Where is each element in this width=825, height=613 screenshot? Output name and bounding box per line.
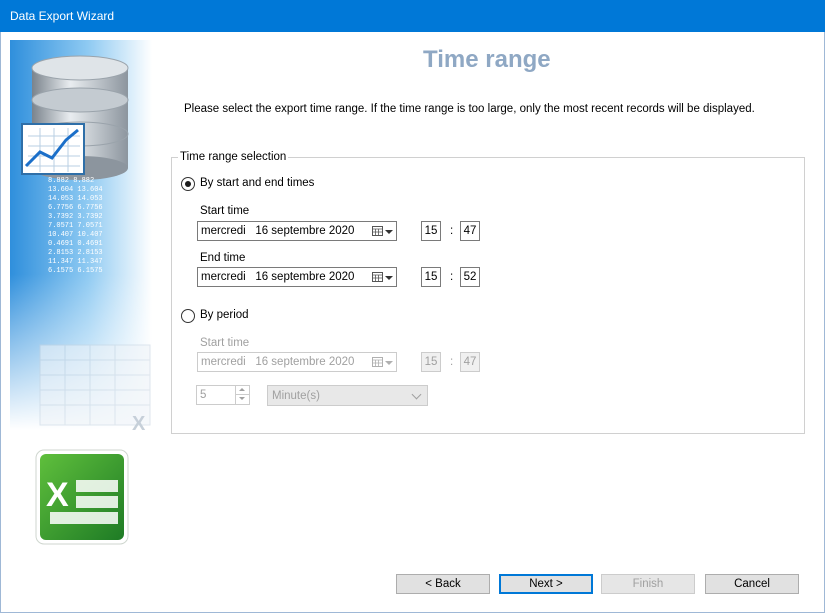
time-separator: : bbox=[450, 271, 454, 283]
period-start-date-picker[interactable]: mercredi 16 septembre 2020 bbox=[197, 352, 397, 372]
period-start-date-value: mercredi 16 septembre 2020 bbox=[201, 356, 355, 368]
next-button[interactable]: Next > bbox=[499, 574, 593, 594]
period-unit-value: Minute(s) bbox=[272, 390, 320, 402]
start-date-value: mercredi 16 septembre 2020 bbox=[201, 225, 355, 237]
spreadsheet-icon: X bbox=[39, 344, 151, 435]
calendar-icon bbox=[372, 226, 383, 236]
chevron-down-icon[interactable] bbox=[385, 230, 393, 234]
chart-icon bbox=[21, 123, 85, 175]
period-start-time-label: Start time bbox=[200, 337, 250, 349]
sidebar-number: 0.4691 0.4691 bbox=[48, 240, 103, 248]
time-separator: : bbox=[450, 356, 454, 368]
excel-icon: X bbox=[35, 449, 129, 545]
radio-by-start-end-label[interactable]: By start and end times bbox=[200, 177, 314, 189]
period-length-value: 5 bbox=[200, 389, 207, 401]
start-hour-input[interactable]: 15 bbox=[421, 221, 441, 241]
end-date-picker[interactable]: mercredi 16 septembre 2020 bbox=[197, 267, 397, 287]
period-length-spinner[interactable]: 5 bbox=[196, 385, 250, 405]
end-minute-input[interactable]: 52 bbox=[460, 267, 480, 287]
end-hour-input[interactable]: 15 bbox=[421, 267, 441, 287]
radio-by-start-end[interactable] bbox=[181, 177, 195, 191]
page-title: Time range bbox=[423, 46, 551, 73]
chevron-down-icon[interactable] bbox=[385, 276, 393, 280]
sidebar-number: 7.0571 7.0571 bbox=[48, 222, 103, 230]
start-minute-input[interactable]: 47 bbox=[460, 221, 480, 241]
time-separator: : bbox=[450, 225, 454, 237]
excel-letter: X bbox=[46, 476, 69, 514]
start-time-label: Start time bbox=[200, 205, 250, 217]
period-start-hour-input[interactable]: 15 bbox=[421, 352, 441, 372]
number-column: 8.882 8.882 13.604 13.604 14.053 14.053 … bbox=[48, 177, 103, 275]
back-button[interactable]: < Back bbox=[396, 574, 490, 594]
end-date-value: mercredi 16 septembre 2020 bbox=[201, 271, 355, 283]
spin-up-icon[interactable] bbox=[235, 386, 249, 395]
sidebar-number: 2.8153 2.8153 bbox=[48, 249, 103, 257]
sidebar-number: 11.347 11.347 bbox=[48, 258, 103, 266]
window-title: Data Export Wizard bbox=[10, 9, 115, 23]
sidebar-number: 10.407 10.407 bbox=[48, 231, 103, 239]
period-unit-dropdown[interactable]: Minute(s) bbox=[267, 385, 428, 406]
wizard-sidebar: 8.882 8.882 13.604 13.604 14.053 14.053 … bbox=[10, 40, 152, 560]
sidebar-number: 6.1575 6.1575 bbox=[48, 267, 103, 275]
sidebar-number: 13.604 13.604 bbox=[48, 186, 103, 194]
sidebar-number: 3.7392 3.7392 bbox=[48, 213, 103, 221]
end-time-label: End time bbox=[200, 252, 246, 264]
sidebar-illustration: 8.882 8.882 13.604 13.604 14.053 14.053 … bbox=[10, 40, 152, 560]
finish-button[interactable]: Finish bbox=[601, 574, 695, 594]
sidebar-number: 14.053 14.053 bbox=[48, 195, 103, 203]
sidebar-number: 6.7756 6.7756 bbox=[48, 204, 103, 212]
instruction-text: Please select the export time range. If … bbox=[184, 103, 755, 115]
period-start-minute-input[interactable]: 47 bbox=[460, 352, 480, 372]
start-date-picker[interactable]: mercredi 16 septembre 2020 bbox=[197, 221, 397, 241]
calendar-icon bbox=[372, 357, 383, 367]
spin-down-icon[interactable] bbox=[235, 395, 249, 404]
groupbox-legend: Time range selection bbox=[178, 151, 289, 163]
chevron-down-icon[interactable] bbox=[385, 361, 393, 365]
radio-by-period[interactable] bbox=[181, 309, 195, 323]
cancel-button[interactable]: Cancel bbox=[705, 574, 799, 594]
radio-by-period-label[interactable]: By period bbox=[200, 309, 249, 321]
title-bar: Data Export Wizard bbox=[0, 0, 825, 32]
sidebar-number: 8.882 8.882 bbox=[48, 177, 94, 185]
spreadsheet-mark: X bbox=[132, 413, 146, 435]
calendar-icon bbox=[372, 272, 383, 282]
chevron-down-icon bbox=[411, 389, 422, 400]
